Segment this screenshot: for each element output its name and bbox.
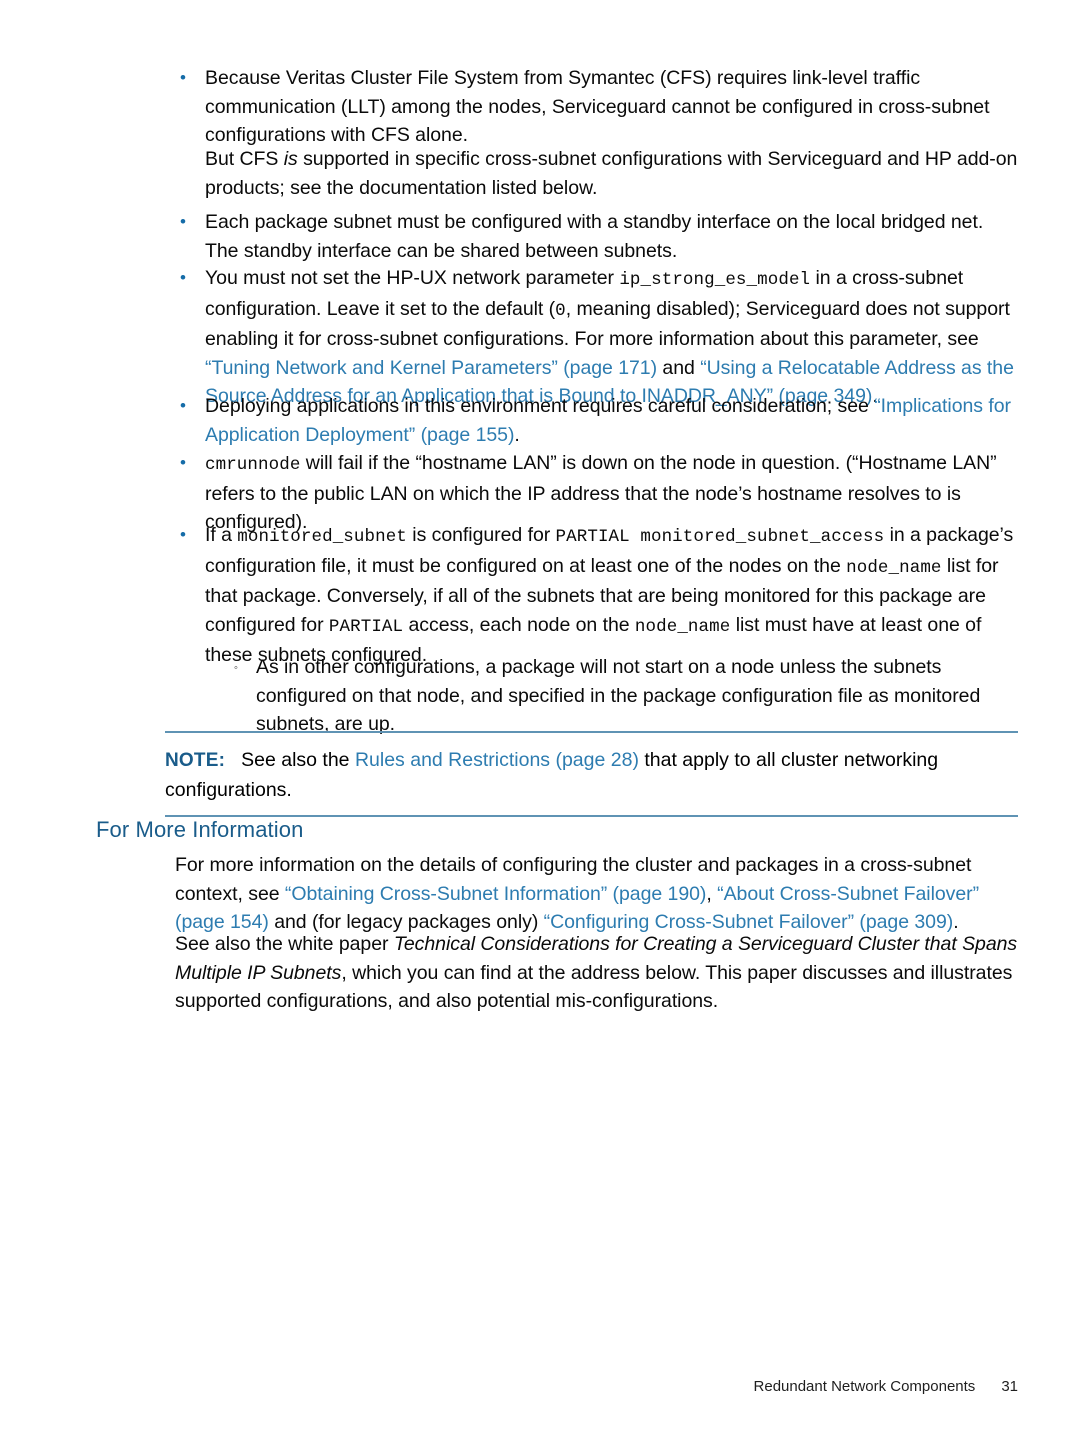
link-tuning-network-kernel-parameters[interactable]: “Tuning Network and Kernel Parameters” (…	[205, 357, 657, 379]
bullet-text-cfs: Because Veritas Cluster File System from…	[205, 64, 1020, 150]
ip-strong-part4: and	[657, 356, 701, 379]
bullet-text-deploying-applications: Deploying applications in this environme…	[205, 392, 1022, 449]
bullet-text-standby: Each package subnet must be configured w…	[205, 211, 984, 262]
deploying-part2: .	[514, 423, 520, 446]
note-body: NOTE: See also the Rules and Restrictions…	[165, 746, 1018, 804]
cfs-followup-pre: But CFS	[205, 148, 284, 170]
page-footer: Redundant Network Components 31	[0, 1378, 1080, 1395]
code-node-name-2: node_name	[634, 616, 731, 637]
monitored-part5: access, each node on the	[403, 613, 635, 636]
document-page: • Because Veritas Cluster File System fr…	[0, 0, 1080, 1438]
cfs-followup-post: supported in specific cross-subnet confi…	[205, 148, 1018, 199]
bullet-item-standby: • Each package subnet must be configured…	[170, 208, 1020, 265]
bullet-marker-icon: •	[180, 525, 186, 544]
bullet-item-ip-strong-es-model: • You must not set the HP-UX network par…	[170, 264, 1022, 411]
note-label: NOTE:	[165, 750, 226, 771]
footer-chapter-title: Redundant Network Components	[753, 1378, 976, 1395]
code-node-name-1: node_name	[846, 557, 942, 578]
sub-bullet-marker-icon: ◦	[234, 662, 238, 674]
white-paper-part1: See also the white paper	[175, 933, 394, 955]
paragraph-more-information: For more information on the details of c…	[175, 851, 1023, 937]
monitored-part1: If a	[205, 524, 238, 546]
bullet-marker-icon: •	[180, 396, 186, 415]
cfs-followup-italic: is	[283, 148, 298, 170]
note-divider-top	[165, 731, 1018, 733]
bullet-marker-icon: •	[180, 68, 186, 87]
paragraph-white-paper: See also the white paper Technical Consi…	[175, 930, 1025, 1016]
bullet-item-monitored-subnet: • If a monitored_subnet is configured fo…	[170, 521, 1025, 670]
bullet-marker-icon: •	[180, 212, 186, 231]
bullet-text-ip-strong-es-model: You must not set the HP-UX network param…	[205, 264, 1022, 411]
bullet-marker-icon: •	[180, 453, 186, 472]
cfs-line3: CFS alone.	[370, 124, 468, 147]
deploying-part1: Deploying applications in this environme…	[205, 395, 875, 417]
ip-strong-part1: You must not set the HP-UX network param…	[205, 267, 620, 289]
code-cmrunnode: cmrunnode	[205, 455, 301, 475]
code-partial: PARTIAL	[328, 616, 404, 637]
bullet-marker-icon: •	[180, 268, 186, 287]
code-ip-strong-es-model: ip_strong_es_model	[619, 270, 811, 290]
bullet-text-monitored-subnet: If a monitored_subnet is configured for …	[205, 521, 1025, 670]
footer-page-number: 31	[1001, 1378, 1018, 1395]
code-zero: 0	[555, 300, 566, 321]
code-partial-monitored-subnet-access: PARTIAL monitored_subnet_access	[555, 527, 885, 547]
note-admonition: NOTE: See also the Rules and Restrictions…	[165, 731, 1018, 818]
sub-bullet-item-package-start: ◦ As in other configurations, a package …	[228, 653, 1023, 739]
note-part1: See also the	[241, 749, 355, 771]
link-obtaining-cross-subnet-information[interactable]: “Obtaining Cross-Subnet Information” (pa…	[285, 883, 707, 905]
link-rules-and-restrictions[interactable]: Rules and Restrictions (page 28)	[355, 749, 639, 771]
bullet-item-cfs: • Because Veritas Cluster File System fr…	[170, 64, 1020, 150]
paragraph-cfs-followup: But CFS is supported in specific cross-s…	[205, 145, 1023, 202]
bullet-item-deploying-applications: • Deploying applications in this environ…	[170, 392, 1022, 449]
more-info-part2: ,	[706, 882, 718, 905]
code-monitored-subnet: monitored_subnet	[237, 527, 407, 547]
monitored-part2: is configured for	[406, 524, 556, 546]
page-section-heading: For More Information	[96, 817, 304, 842]
sub-bullet-text-package-start: As in other configurations, a package wi…	[256, 656, 981, 736]
